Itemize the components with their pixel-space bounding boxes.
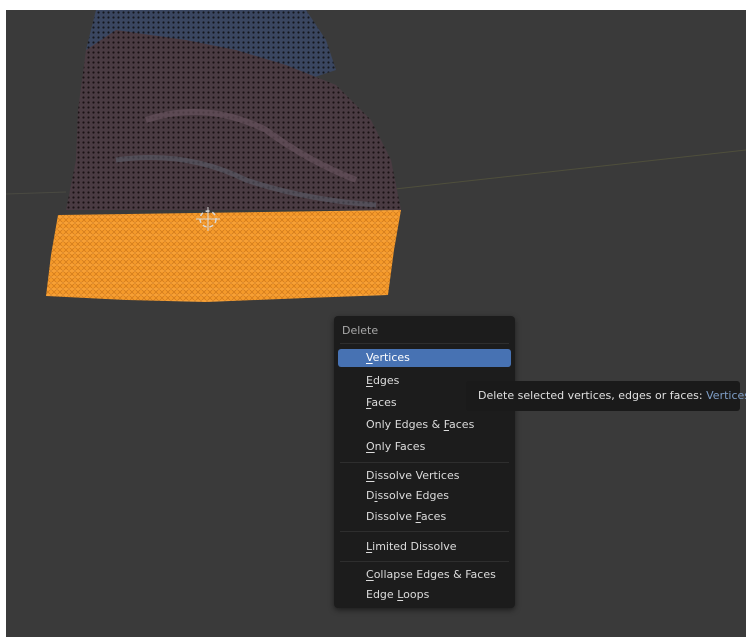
- menu-separator: [340, 343, 509, 344]
- menu-item-collapse-edges-faces[interactable]: Collapse Edges & Faces: [338, 566, 511, 584]
- menu-item-dissolve-edges[interactable]: Dissolve Edges: [338, 487, 511, 505]
- tooltip-value: Vertices: [706, 389, 746, 402]
- menu-item-dissolve-vertices[interactable]: Dissolve Vertices: [338, 467, 511, 485]
- tooltip: Delete selected vertices, edges or faces…: [466, 381, 746, 411]
- grid-line: [6, 191, 67, 195]
- menu-item-only-faces[interactable]: Only Faces: [338, 438, 511, 456]
- selected-mesh-region: [46, 210, 401, 302]
- menu-item-only-edges-faces[interactable]: Only Edges & Faces: [338, 416, 511, 434]
- menu-item-dissolve-faces[interactable]: Dissolve Faces: [338, 508, 511, 526]
- grid-line: [385, 149, 746, 191]
- menu-separator: [340, 531, 509, 532]
- tooltip-text: Delete selected vertices, edges or faces…: [478, 389, 707, 402]
- menu-item-limited-dissolve[interactable]: Limited Dissolve: [338, 538, 511, 556]
- menu-item-vertices[interactable]: Vertices: [338, 349, 511, 367]
- menu-title: Delete: [342, 324, 379, 337]
- menu-separator: [340, 462, 509, 463]
- menu-separator: [340, 561, 509, 562]
- delete-menu: Delete Vertices Edges Faces Only Edges &…: [334, 316, 515, 608]
- menu-item-edge-loops[interactable]: Edge Loops: [338, 586, 511, 604]
